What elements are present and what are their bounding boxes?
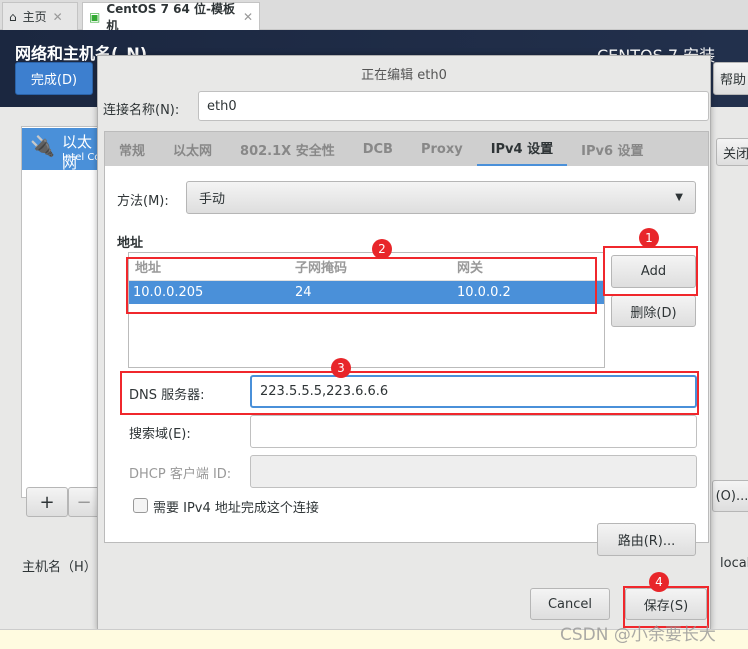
annotation-box-1	[603, 246, 698, 296]
search-domain-input[interactable]	[250, 415, 697, 448]
dropdown-arrow-icon: ▼	[675, 192, 683, 203]
annotation-badge-2: 2	[372, 239, 392, 259]
annotation-box-2	[126, 257, 597, 314]
cancel-button[interactable]: Cancel	[530, 588, 610, 620]
dialog-title: 正在编辑 eth0	[361, 68, 447, 83]
tab-label: CentOS 7 64 位-模板机	[106, 1, 235, 33]
settings-tabs: 常规 以太网 802.1X 安全性 DCB Proxy IPv4 设置 IPv6…	[104, 131, 709, 167]
close-icon[interactable]: ✕	[243, 10, 253, 24]
method-select[interactable]: 手动 ▼	[186, 181, 696, 214]
address-section-label: 地址	[117, 236, 144, 251]
require-ipv4-checkbox[interactable]	[133, 498, 148, 513]
device-item-ethernet[interactable]: 🔌 以太网 Intel Corporation	[22, 128, 146, 172]
tab-home[interactable]: ⌂ 主页 ✕	[2, 2, 78, 30]
method-label: 方法(M):	[117, 194, 169, 209]
remove-device-button[interactable]: −	[68, 487, 100, 517]
conn-name-input[interactable]: eth0	[198, 91, 709, 121]
tab-vm[interactable]: ▣ CentOS 7 64 位-模板机 ✕	[82, 2, 260, 33]
delete-address-button[interactable]: 删除(D)	[611, 295, 696, 327]
tab-general[interactable]: 常规	[105, 131, 159, 167]
require-ipv4-label: 需要 IPv4 地址完成这个连接	[153, 501, 319, 516]
tab-8021x[interactable]: 802.1X 安全性	[226, 131, 349, 167]
ipv4-panel: 方法(M): 手动 ▼ 地址 地址 子网掩码 网关 10.0.0.205 24 1…	[104, 166, 709, 556]
method-value: 手动	[199, 192, 226, 207]
add-device-button[interactable]: +	[26, 487, 68, 517]
configure-button[interactable]: (O)...	[712, 480, 748, 512]
search-domain-label: 搜索域(E):	[129, 427, 191, 442]
close-button[interactable]: 关闭	[716, 138, 748, 166]
hostname-label: 主机名（H）	[22, 560, 97, 575]
home-icon: ⌂	[9, 9, 17, 24]
tab-ipv6[interactable]: IPv6 设置	[567, 131, 657, 167]
watermark: CSDN @小余要长大	[560, 625, 716, 645]
done-button[interactable]: 完成(D)	[15, 62, 93, 95]
annotation-box-3	[120, 371, 699, 415]
tab-ipv4[interactable]: IPv4 设置	[476, 131, 568, 167]
help-button[interactable]: 帮助	[713, 62, 748, 95]
tab-ethernet[interactable]: 以太网	[159, 131, 226, 167]
annotation-badge-4: 4	[649, 572, 669, 592]
device-list	[21, 126, 101, 498]
tab-label: 主页	[22, 10, 47, 24]
edit-connection-dialog: 正在编辑 eth0 连接名称(N): eth0 常规 以太网 802.1X 安全…	[97, 55, 711, 631]
dhcp-client-id-label: DHCP 客户端 ID:	[129, 467, 232, 482]
annotation-badge-3: 3	[331, 358, 351, 378]
vm-icon: ▣	[89, 9, 101, 24]
tab-proxy[interactable]: Proxy	[407, 131, 477, 167]
dhcp-client-id-input[interactable]	[250, 455, 697, 488]
annotation-badge-1: 1	[639, 228, 659, 248]
routes-button[interactable]: 路由(R)...	[597, 523, 696, 556]
close-icon[interactable]: ✕	[53, 10, 63, 24]
tab-dcb[interactable]: DCB	[349, 131, 407, 167]
ethernet-icon: 🔌	[30, 134, 55, 158]
hostname-value: local	[720, 556, 748, 571]
conn-name-label: 连接名称(N):	[103, 103, 180, 118]
